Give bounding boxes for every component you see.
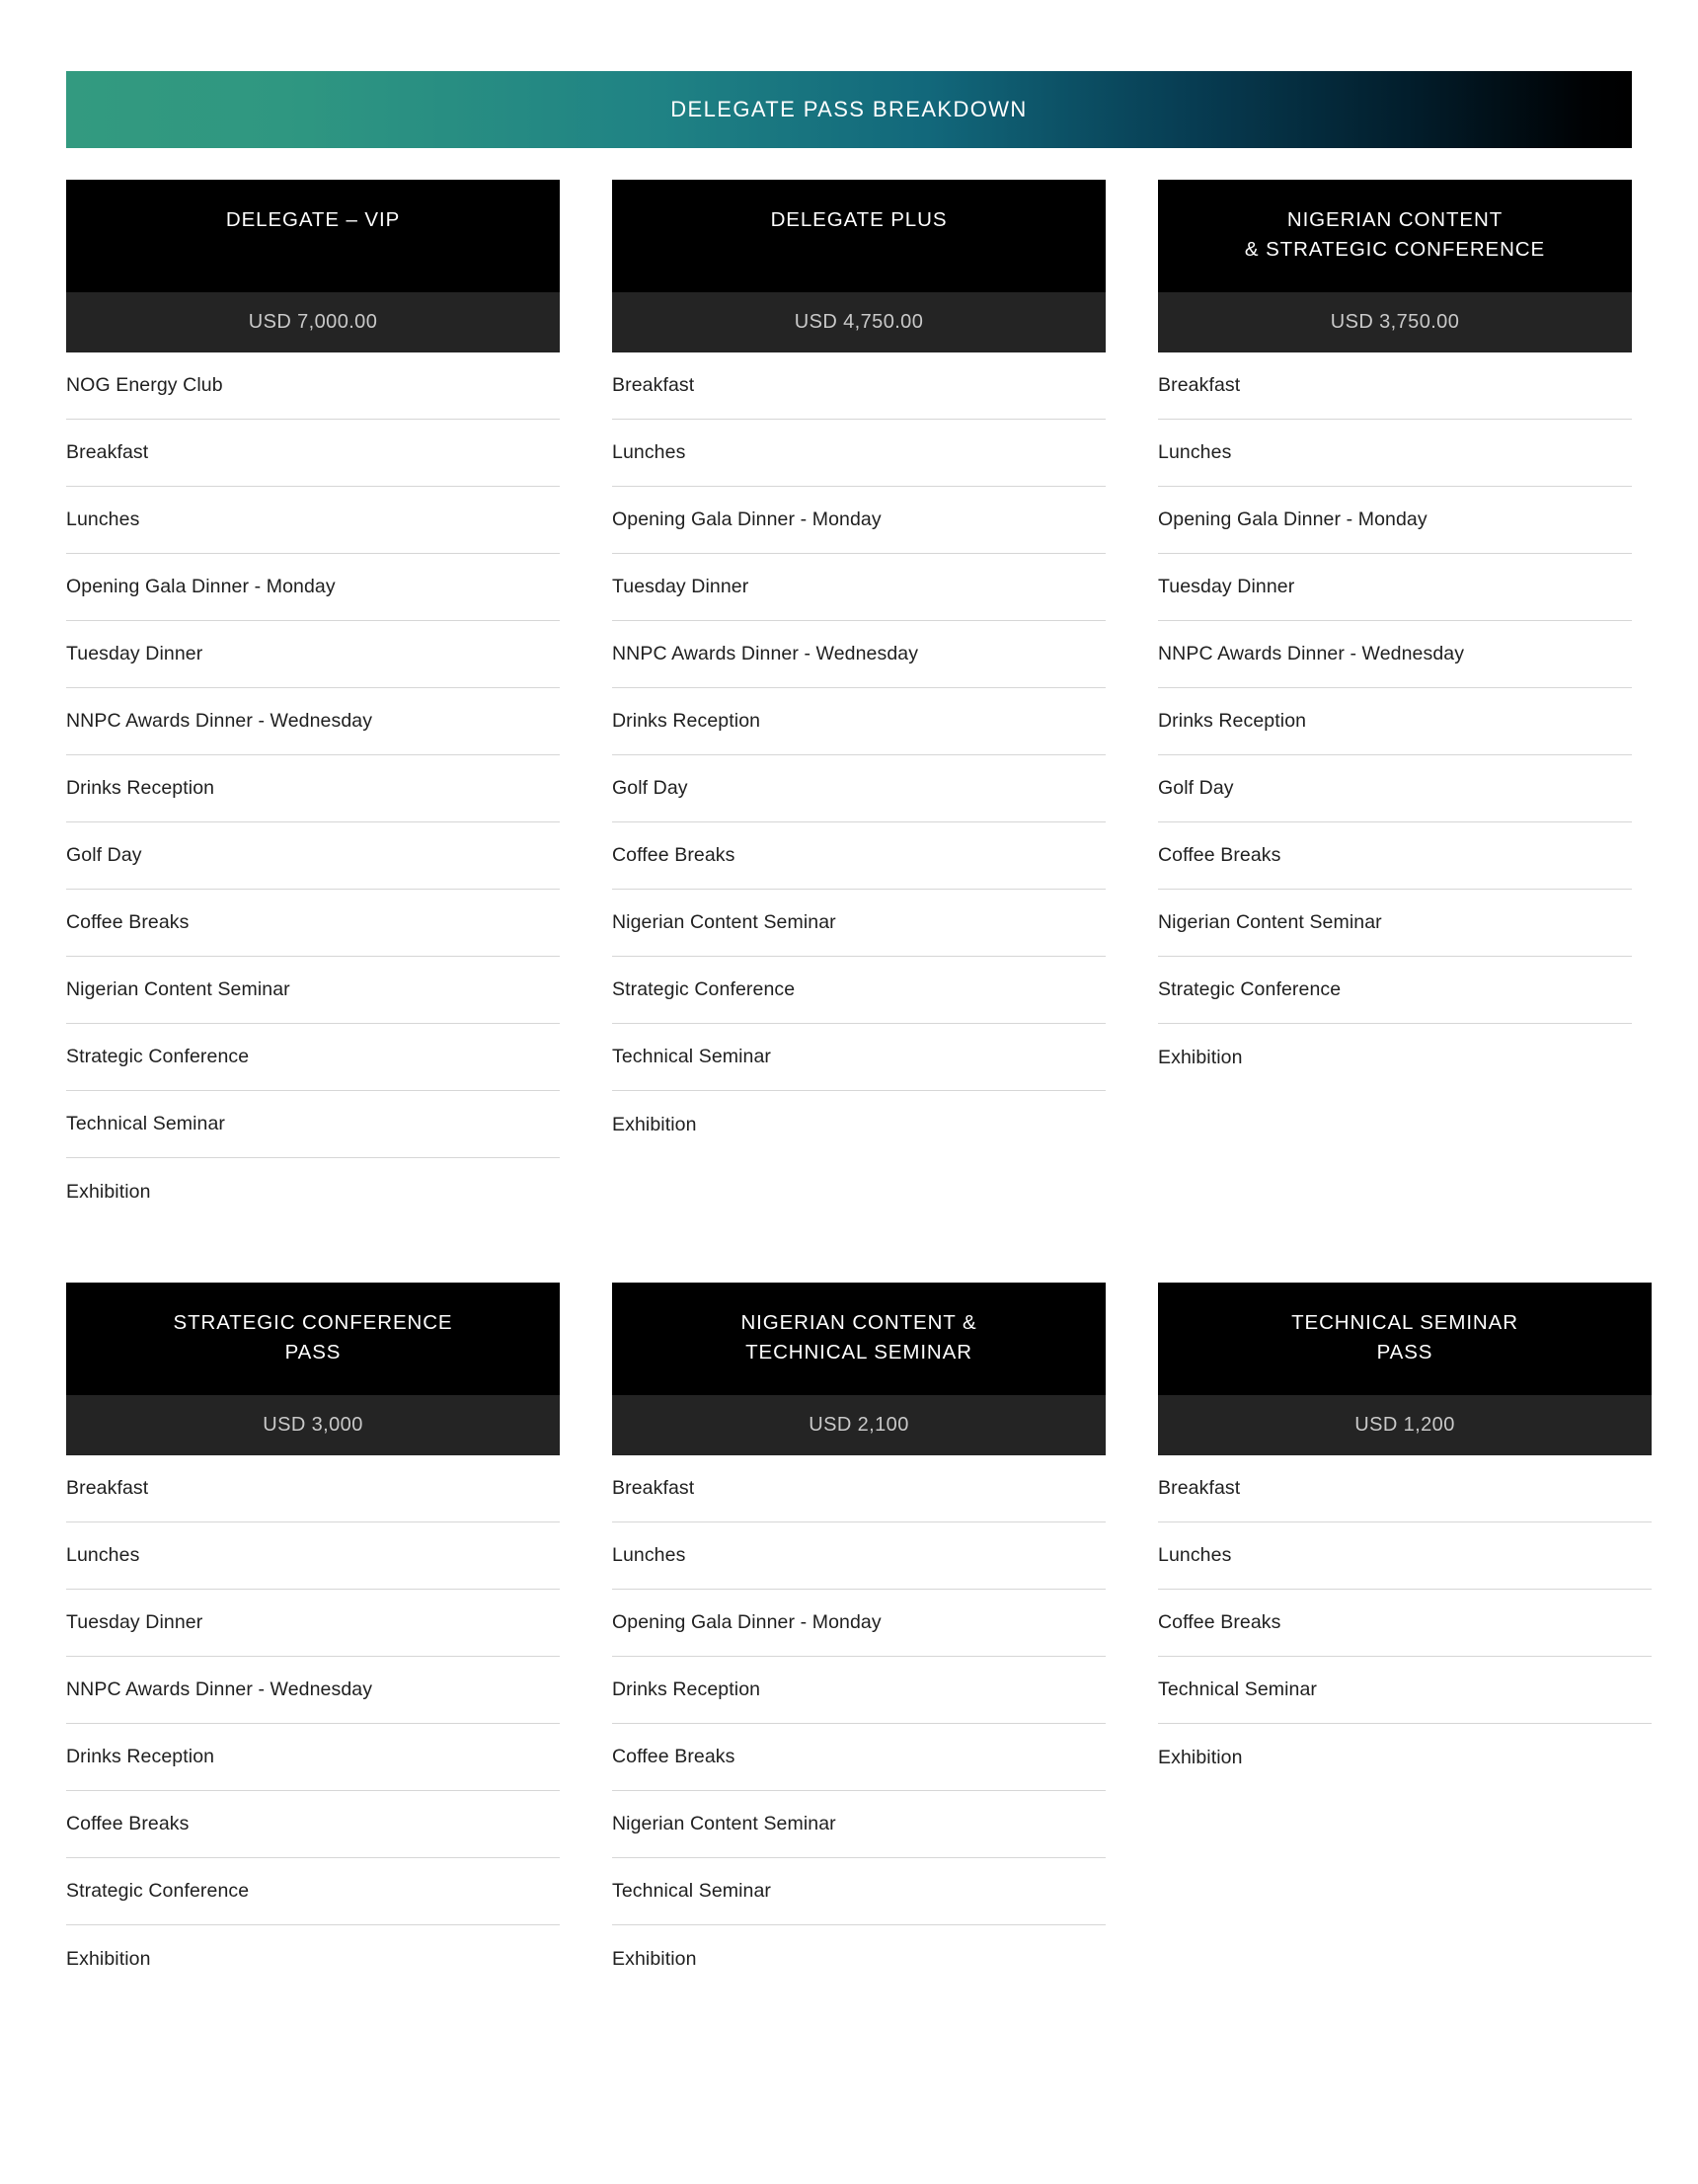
pass-card-price-band: USD 3,750.00 xyxy=(1158,292,1632,352)
pass-card-title: STRATEGIC CONFERENCE PASS xyxy=(173,1311,453,1364)
page-banner: DELEGATE PASS BREAKDOWN xyxy=(66,71,1632,148)
pass-card-technical-seminar: TECHNICAL SEMINAR PASS USD 1,200 Breakfa… xyxy=(1158,1283,1652,1992)
list-item: NNPC Awards Dinner - Wednesday xyxy=(66,688,560,755)
pass-card-price: USD 1,200 xyxy=(1354,1414,1455,1436)
pass-feature-list: Breakfast Lunches Tuesday Dinner NNPC Aw… xyxy=(66,1455,560,1992)
pass-card-price: USD 3,000 xyxy=(263,1414,363,1436)
pass-feature-list: Breakfast Lunches Opening Gala Dinner - … xyxy=(612,352,1106,1158)
list-item: Breakfast xyxy=(1158,352,1632,420)
list-item: Breakfast xyxy=(1158,1455,1652,1522)
list-item: Coffee Breaks xyxy=(612,822,1106,890)
list-item: Exhibition xyxy=(1158,1046,1243,1068)
pass-card-title: NIGERIAN CONTENT & TECHNICAL SEMINAR xyxy=(740,1311,977,1364)
list-item: Nigerian Content Seminar xyxy=(612,1791,1106,1858)
pass-card-price-band: USD 4,750.00 xyxy=(612,292,1106,352)
pass-feature-list: Breakfast Lunches Opening Gala Dinner - … xyxy=(612,1455,1106,1992)
pass-card-price: USD 7,000.00 xyxy=(248,311,378,333)
pass-card-title: NIGERIAN CONTENT & STRATEGIC CONFERENCE xyxy=(1244,208,1546,261)
pass-card-price: USD 2,100 xyxy=(809,1414,909,1436)
pass-feature-list: Breakfast Lunches Opening Gala Dinner - … xyxy=(1158,352,1632,1091)
pass-card-price-band: USD 7,000.00 xyxy=(66,292,560,352)
list-item: Nigerian Content Seminar xyxy=(612,890,1106,957)
list-item: Drinks Reception xyxy=(612,688,1106,755)
pass-card-header: TECHNICAL SEMINAR PASS xyxy=(1158,1283,1652,1395)
list-item: Technical Seminar xyxy=(66,1091,560,1158)
list-item: Coffee Breaks xyxy=(1158,822,1632,890)
list-item: Nigerian Content Seminar xyxy=(1158,890,1632,957)
list-item: Strategic Conference xyxy=(66,1858,560,1925)
list-item: Tuesday Dinner xyxy=(66,621,560,688)
pass-card-delegate-plus: DELEGATE PLUS USD 4,750.00 Breakfast Lun… xyxy=(612,180,1106,1225)
pass-card-price-band: USD 1,200 xyxy=(1158,1395,1652,1455)
list-item: Coffee Breaks xyxy=(1158,1590,1652,1657)
list-item: Lunches xyxy=(612,420,1106,487)
list-item: Technical Seminar xyxy=(612,1858,1106,1925)
list-item: Technical Seminar xyxy=(612,1024,1106,1091)
pass-card-price-band: USD 3,000 xyxy=(66,1395,560,1455)
list-item: Opening Gala Dinner - Monday xyxy=(1158,487,1632,554)
list-item: Lunches xyxy=(66,487,560,554)
list-item: Lunches xyxy=(1158,1522,1652,1590)
list-item: Lunches xyxy=(66,1522,560,1590)
list-item: Exhibition xyxy=(66,1947,151,1970)
pass-card-header: DELEGATE – VIP xyxy=(66,180,560,292)
pass-card-delegate-vip: DELEGATE – VIP USD 7,000.00 NOG Energy C… xyxy=(66,180,560,1225)
list-item: NNPC Awards Dinner - Wednesday xyxy=(1158,621,1632,688)
list-item: Lunches xyxy=(612,1522,1106,1590)
list-item: Opening Gala Dinner - Monday xyxy=(612,487,1106,554)
pass-card-title: TECHNICAL SEMINAR PASS xyxy=(1291,1311,1518,1364)
list-item: Opening Gala Dinner - Monday xyxy=(66,554,560,621)
page-title: DELEGATE PASS BREAKDOWN xyxy=(670,97,1028,121)
list-item: Nigerian Content Seminar xyxy=(66,957,560,1024)
list-item: Coffee Breaks xyxy=(612,1724,1106,1791)
list-item: Exhibition xyxy=(66,1180,151,1203)
list-item: Breakfast xyxy=(612,1455,1106,1522)
list-item: Golf Day xyxy=(1158,755,1632,822)
pass-card-header: DELEGATE PLUS xyxy=(612,180,1106,292)
list-item: Breakfast xyxy=(66,1455,560,1522)
pass-card-price: USD 3,750.00 xyxy=(1330,311,1460,333)
pass-card-grid-row-2: STRATEGIC CONFERENCE PASS USD 3,000 Brea… xyxy=(66,1283,1652,1992)
list-item: Drinks Reception xyxy=(66,1724,560,1791)
list-item: Exhibition xyxy=(612,1113,697,1135)
list-item: NNPC Awards Dinner - Wednesday xyxy=(612,621,1106,688)
pass-card-header: STRATEGIC CONFERENCE PASS xyxy=(66,1283,560,1395)
delegate-pass-breakdown-page: DELEGATE PASS BREAKDOWN DELEGATE – VIP U… xyxy=(0,71,1698,2184)
list-item: Golf Day xyxy=(66,822,560,890)
list-item: Tuesday Dinner xyxy=(1158,554,1632,621)
list-item: Tuesday Dinner xyxy=(612,554,1106,621)
pass-card-header: NIGERIAN CONTENT & TECHNICAL SEMINAR xyxy=(612,1283,1106,1395)
list-item: Drinks Reception xyxy=(66,755,560,822)
list-item: Technical Seminar xyxy=(1158,1657,1652,1724)
list-item: NNPC Awards Dinner - Wednesday xyxy=(66,1657,560,1724)
pass-card-nigerian-content-strategic-conference: NIGERIAN CONTENT & STRATEGIC CONFERENCE … xyxy=(1158,180,1632,1225)
pass-card-grid-row-1: DELEGATE – VIP USD 7,000.00 NOG Energy C… xyxy=(66,180,1632,1225)
list-item: Breakfast xyxy=(66,420,560,487)
list-item: Tuesday Dinner xyxy=(66,1590,560,1657)
pass-card-nigerian-content-technical-seminar: NIGERIAN CONTENT & TECHNICAL SEMINAR USD… xyxy=(612,1283,1106,1992)
list-item: Exhibition xyxy=(1158,1746,1243,1768)
list-item: Coffee Breaks xyxy=(66,890,560,957)
list-item: Strategic Conference xyxy=(1158,957,1632,1024)
pass-card-title: DELEGATE PLUS xyxy=(770,208,948,231)
list-item: Strategic Conference xyxy=(66,1024,560,1091)
list-item: Coffee Breaks xyxy=(66,1791,560,1858)
list-item: Exhibition xyxy=(612,1947,697,1970)
pass-card-price-band: USD 2,100 xyxy=(612,1395,1106,1455)
pass-feature-list: Breakfast Lunches Coffee Breaks Technica… xyxy=(1158,1455,1652,1791)
pass-feature-list: NOG Energy Club Breakfast Lunches Openin… xyxy=(66,352,560,1225)
pass-card-header: NIGERIAN CONTENT & STRATEGIC CONFERENCE xyxy=(1158,180,1632,292)
list-item: Golf Day xyxy=(612,755,1106,822)
pass-card-title: DELEGATE – VIP xyxy=(225,208,401,231)
list-item: Strategic Conference xyxy=(612,957,1106,1024)
list-item: Drinks Reception xyxy=(612,1657,1106,1724)
list-item: Drinks Reception xyxy=(1158,688,1632,755)
list-item: Lunches xyxy=(1158,420,1632,487)
list-item: NOG Energy Club xyxy=(66,352,560,420)
pass-card-strategic-conference: STRATEGIC CONFERENCE PASS USD 3,000 Brea… xyxy=(66,1283,560,1992)
list-item: Opening Gala Dinner - Monday xyxy=(612,1590,1106,1657)
list-item: Breakfast xyxy=(612,352,1106,420)
pass-card-price: USD 4,750.00 xyxy=(794,311,924,333)
